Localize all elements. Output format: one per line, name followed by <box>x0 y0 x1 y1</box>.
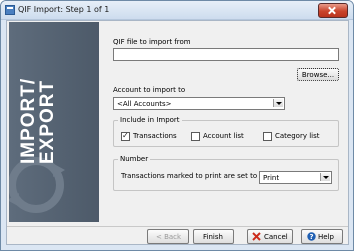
close-button[interactable] <box>318 3 348 18</box>
back-button[interactable]: < Back <box>147 229 189 244</box>
category-list-label[interactable]: Category list <box>275 132 319 140</box>
qif-import-dialog: QIF Import: Step 1 of 1 IMPORT/ EXPORT Q… <box>0 0 354 251</box>
import-options-panel: QIF file to import from Browse... Accoun… <box>103 21 343 226</box>
include-group-title: Include in Import <box>118 116 182 124</box>
help-icon: ? <box>307 232 316 241</box>
chevron-down-icon[interactable] <box>273 99 283 107</box>
file-label: QIF file to import from <box>113 38 191 46</box>
transactions-label[interactable]: Transactions <box>133 132 177 140</box>
account-list-label[interactable]: Account list <box>203 132 244 140</box>
print-setting-label: Transactions marked to print are set to <box>121 172 258 180</box>
account-label: Account to import to <box>113 86 186 94</box>
dialog-body: IMPORT/ EXPORT QIF file to import from B… <box>6 20 349 245</box>
cancel-icon <box>252 232 261 241</box>
footer-divider <box>7 226 348 227</box>
qif-file-input[interactable] <box>113 48 339 61</box>
back-label: < Back <box>156 233 182 241</box>
cancel-label: Cancel <box>264 233 288 241</box>
category-list-checkbox[interactable] <box>263 132 272 141</box>
banner-label: IMPORT/ EXPORT <box>18 77 58 164</box>
print-setting-selected: Print <box>263 174 280 182</box>
svg-text:?: ? <box>309 233 313 241</box>
title-bar[interactable]: QIF Import: Step 1 of 1 <box>1 1 353 20</box>
number-group: Number Transactions marked to print are … <box>113 155 339 191</box>
help-label: Help <box>318 233 334 241</box>
chevron-down-icon[interactable] <box>320 173 330 181</box>
app-icon <box>5 5 15 15</box>
help-button[interactable]: ? Help <box>301 229 343 244</box>
finish-label: Finish <box>203 233 223 241</box>
import-export-banner: IMPORT/ EXPORT <box>9 22 99 222</box>
account-list-checkbox[interactable] <box>191 132 200 141</box>
transactions-checkbox[interactable] <box>121 131 130 141</box>
number-group-title: Number <box>118 155 151 163</box>
include-group: Include in Import Transactions Account l… <box>113 116 339 147</box>
cancel-button[interactable]: Cancel <box>247 229 293 244</box>
print-setting-select[interactable]: Print <box>259 171 332 184</box>
finish-button[interactable]: Finish <box>193 229 234 244</box>
account-select[interactable]: <All Accounts> <box>113 97 285 110</box>
window-title: QIF Import: Step 1 of 1 <box>18 5 110 14</box>
account-selected: <All Accounts> <box>117 100 172 108</box>
browse-button[interactable]: Browse... <box>297 68 339 81</box>
browse-label: Browse... <box>301 71 335 79</box>
